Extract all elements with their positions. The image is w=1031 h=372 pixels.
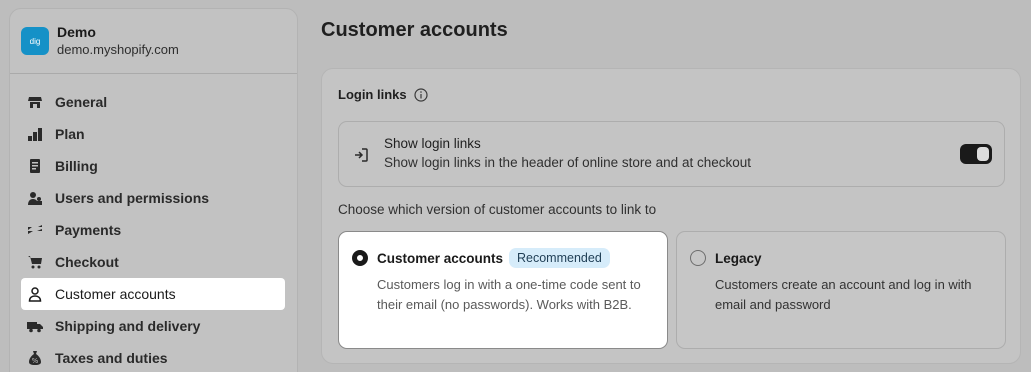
sidebar-item-label: Payments — [55, 222, 122, 238]
choose-version-label: Choose which version of customer account… — [338, 202, 657, 217]
sidebar-item-label: Taxes and duties — [55, 350, 168, 366]
svg-text:%: % — [32, 357, 39, 365]
customer-accounts-radio[interactable] — [352, 250, 368, 266]
sidebar-divider — [10, 73, 297, 74]
person-icon — [27, 286, 43, 302]
sidebar-item-customer-accounts[interactable]: Customer accounts — [21, 278, 285, 310]
card-header: Login links — [338, 87, 428, 102]
cart-icon — [27, 254, 43, 270]
sidebar-item-users[interactable]: Users and permissions — [21, 182, 284, 214]
sidebar-item-taxes[interactable]: % Taxes and duties — [21, 342, 284, 372]
store-logo: dig — [21, 27, 49, 55]
sidebar-item-label: Shipping and delivery — [55, 318, 201, 334]
truck-icon — [27, 318, 43, 334]
sidebar-item-billing[interactable]: Billing — [21, 150, 284, 182]
sidebar-item-checkout[interactable]: Checkout — [21, 246, 284, 278]
sidebar-item-label: General — [55, 94, 108, 110]
customer-accounts-option-description: Customers log in with a one-time code se… — [377, 277, 641, 312]
sidebar-item-label: Customer accounts — [55, 286, 176, 302]
show-login-links-title: Show login links — [384, 136, 481, 151]
legacy-option-title: Legacy — [715, 251, 762, 266]
store-name: Demo — [57, 24, 96, 40]
customer-accounts-option-title: Customer accounts — [377, 251, 504, 266]
sidebar-item-general[interactable]: General — [21, 86, 284, 118]
tax-icon: % — [27, 350, 43, 366]
store-domain: demo.myshopify.com — [57, 42, 179, 57]
sidebar-item-label: Plan — [55, 126, 85, 142]
sidebar-item-payments[interactable]: Payments — [21, 214, 284, 246]
payments-icon — [27, 222, 43, 238]
legacy-option[interactable]: Legacy Customers create an account and l… — [676, 231, 1006, 349]
sidebar-item-plan[interactable]: Plan — [21, 118, 284, 150]
sidebar-item-label: Checkout — [55, 254, 119, 270]
show-login-links-toggle[interactable] — [960, 144, 992, 164]
sidebar-item-shipping[interactable]: Shipping and delivery — [21, 310, 284, 342]
store-switcher[interactable]: dig Demo demo.myshopify.com — [21, 23, 179, 59]
users-icon — [27, 190, 43, 206]
page-title: Customer accounts — [321, 19, 508, 41]
sidebar-item-label: Billing — [55, 158, 98, 174]
info-icon[interactable] — [414, 87, 428, 102]
show-login-links-row: Show login links Show login links in the… — [338, 121, 1005, 187]
settings-sidebar: dig Demo demo.myshopify.com General Plan… — [9, 8, 298, 372]
login-links-card: Login links Show login links Show login … — [321, 68, 1021, 364]
card-title: Login links — [338, 87, 407, 102]
legacy-option-description: Customers create an account and log in w… — [715, 277, 972, 312]
legacy-radio[interactable] — [690, 250, 706, 266]
customer-accounts-option[interactable]: Customer accounts Recommended Customers … — [338, 231, 668, 349]
recommended-badge: Recommended — [509, 248, 610, 268]
show-login-links-description: Show login links in the header of online… — [384, 155, 751, 170]
plan-icon — [27, 126, 43, 142]
settings-nav: General Plan Billing Users and permissio… — [21, 86, 285, 372]
login-arrow-icon — [353, 147, 369, 168]
billing-icon — [27, 158, 43, 174]
store-icon — [27, 94, 43, 110]
sidebar-item-label: Users and permissions — [55, 190, 210, 206]
toggle-knob — [977, 147, 989, 161]
